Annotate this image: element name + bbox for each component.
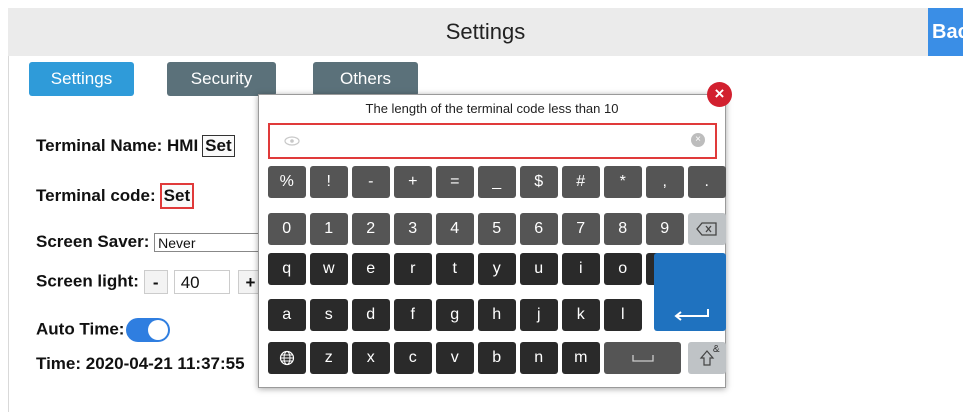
- key-digit[interactable]: 2: [352, 213, 390, 245]
- key-symbol[interactable]: -: [352, 166, 390, 198]
- key-letter[interactable]: a: [268, 299, 306, 331]
- key-letter[interactable]: j: [520, 299, 558, 331]
- enter-key[interactable]: [654, 253, 726, 331]
- key-symbol[interactable]: .: [688, 166, 726, 198]
- key-digit[interactable]: 9: [646, 213, 684, 245]
- key-digit[interactable]: 5: [478, 213, 516, 245]
- screen-saver-row: Screen Saver: Never: [36, 232, 265, 253]
- key-symbol[interactable]: #: [562, 166, 600, 198]
- tab-others[interactable]: Others: [313, 62, 418, 96]
- terminal-name-label: Terminal Name: HMI: [36, 136, 199, 155]
- key-symbol[interactable]: _: [478, 166, 516, 198]
- key-letter[interactable]: w: [310, 253, 348, 285]
- space-icon: [631, 354, 654, 362]
- eye-icon[interactable]: [284, 134, 300, 149]
- key-letter[interactable]: i: [562, 253, 600, 285]
- key-symbol[interactable]: +: [394, 166, 432, 198]
- key-digit[interactable]: 8: [604, 213, 642, 245]
- auto-time-label: Auto Time:: [36, 319, 125, 339]
- key-symbol[interactable]: !: [310, 166, 348, 198]
- key-symbol[interactable]: =: [436, 166, 474, 198]
- key-letter[interactable]: v: [436, 342, 474, 374]
- screen-saver-label: Screen Saver:: [36, 232, 150, 251]
- key-digit[interactable]: 1: [310, 213, 348, 245]
- key-letter[interactable]: t: [436, 253, 474, 285]
- key-letter[interactable]: o: [604, 253, 642, 285]
- tab-security[interactable]: Security: [167, 62, 276, 96]
- code-input[interactable]: ×: [268, 123, 717, 159]
- terminal-code-row: Terminal code: Set: [36, 183, 195, 209]
- key-letter[interactable]: q: [268, 253, 306, 285]
- keyboard-hint: The length of the terminal code less tha…: [365, 101, 619, 116]
- screen-light-input[interactable]: 40: [173, 270, 230, 294]
- key-symbol[interactable]: %: [268, 166, 306, 198]
- key-letter[interactable]: r: [394, 253, 432, 285]
- key-letter[interactable]: n: [520, 342, 558, 374]
- settings-page: Settings Back Settings Security Others T…: [0, 0, 963, 412]
- key-symbol[interactable]: *: [604, 166, 642, 198]
- terminal-code-set-button[interactable]: Set: [159, 183, 195, 209]
- screen-light-decrease-button[interactable]: -: [143, 270, 168, 294]
- key-letter[interactable]: k: [562, 299, 600, 331]
- key-digit[interactable]: 0: [268, 213, 306, 245]
- terminal-code-label: Terminal code:: [36, 186, 156, 205]
- auto-time-toggle[interactable]: [126, 318, 171, 342]
- key-letter[interactable]: x: [352, 342, 390, 374]
- key-letter[interactable]: y: [478, 253, 516, 285]
- auto-time-row: Auto Time:: [36, 318, 171, 342]
- key-symbol[interactable]: $: [520, 166, 558, 198]
- tab-settings[interactable]: Settings: [29, 62, 134, 96]
- key-letter[interactable]: b: [478, 342, 516, 374]
- clear-icon[interactable]: ×: [691, 133, 705, 147]
- key-letter[interactable]: g: [436, 299, 474, 331]
- enter-icon: [674, 309, 709, 321]
- key-letter[interactable]: m: [562, 342, 600, 374]
- shift-key[interactable]: &: [688, 342, 726, 374]
- virtual-keyboard: The length of the terminal code less tha…: [258, 94, 726, 388]
- backspace-key[interactable]: [688, 213, 726, 245]
- terminal-name-row: Terminal Name: HMI Set: [36, 135, 235, 157]
- key-letter[interactable]: s: [310, 299, 348, 331]
- shift-symbol: &: [712, 344, 720, 355]
- back-button[interactable]: Back: [928, 8, 963, 56]
- close-icon[interactable]: ×: [707, 82, 732, 107]
- screen-light-row: Screen light: -40 +: [36, 270, 263, 294]
- key-letter[interactable]: h: [478, 299, 516, 331]
- terminal-name-set-button[interactable]: Set: [202, 135, 235, 157]
- toggle-knob: [148, 320, 169, 340]
- key-symbol[interactable]: ,: [646, 166, 684, 198]
- time-row: Time: 2020-04-21 11:37:55: [36, 354, 245, 374]
- key-digit[interactable]: 3: [394, 213, 432, 245]
- screen-saver-select[interactable]: Never: [154, 233, 265, 253]
- time-text: Time: 2020-04-21 11:37:55: [36, 354, 245, 373]
- key-letter[interactable]: d: [352, 299, 390, 331]
- key-letter[interactable]: c: [394, 342, 432, 374]
- globe-key[interactable]: [268, 342, 306, 374]
- screen-light-label: Screen light:: [36, 271, 139, 291]
- key-digit[interactable]: 4: [436, 213, 474, 245]
- key-digit[interactable]: 6: [520, 213, 558, 245]
- key-letter[interactable]: u: [520, 253, 558, 285]
- key-letter[interactable]: f: [394, 299, 432, 331]
- page-title: Settings: [445, 19, 526, 44]
- header-bar: Settings: [8, 8, 963, 56]
- backspace-icon: [695, 222, 717, 236]
- key-letter[interactable]: e: [352, 253, 390, 285]
- globe-icon: [279, 350, 294, 365]
- key-letter[interactable]: l: [604, 299, 642, 331]
- space-key[interactable]: [604, 342, 681, 374]
- content-border: [8, 48, 9, 412]
- key-digit[interactable]: 7: [562, 213, 600, 245]
- key-letter[interactable]: z: [310, 342, 348, 374]
